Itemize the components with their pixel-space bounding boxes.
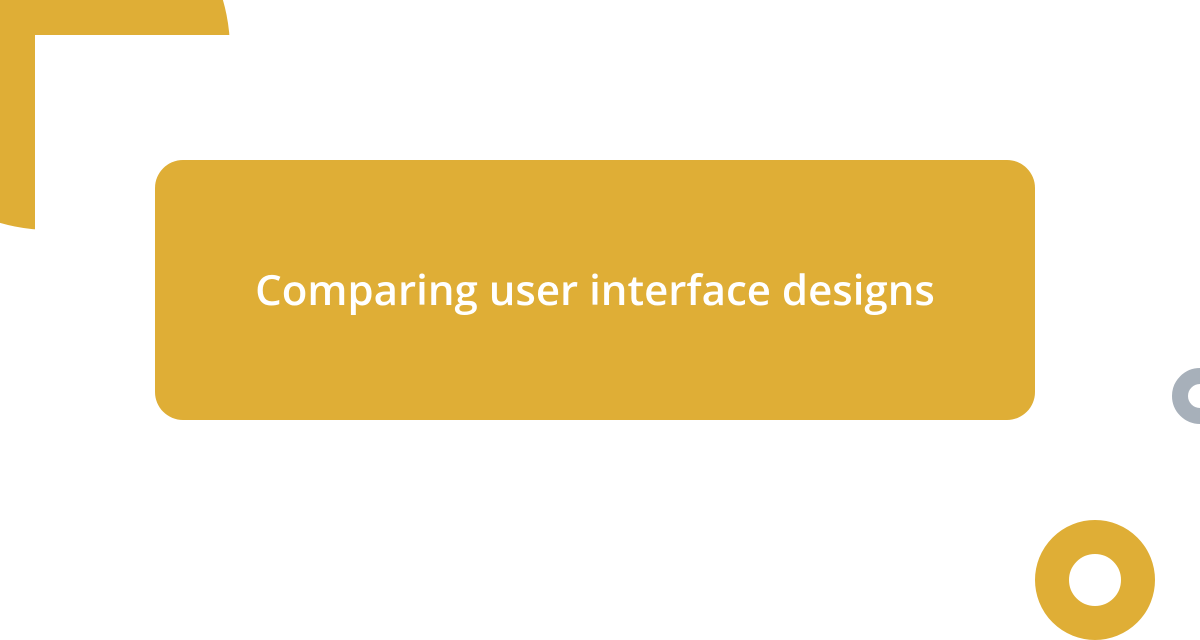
page-title: Comparing user interface designs (255, 263, 935, 318)
title-card: Comparing user interface designs (155, 160, 1035, 420)
decorative-ring-grey (1172, 368, 1200, 424)
decorative-ring-gold (1035, 520, 1155, 640)
